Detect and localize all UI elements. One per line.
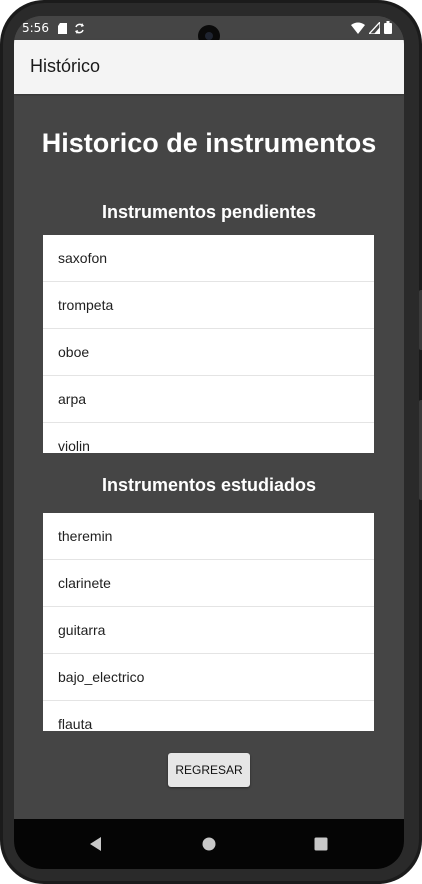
- app-bar: Histórico: [14, 40, 404, 94]
- regresar-button[interactable]: REGRESAR: [168, 753, 250, 787]
- battery-icon: [384, 21, 392, 34]
- recents-icon[interactable]: [311, 834, 331, 854]
- main-content: Historico de instrumentos Instrumentos p…: [14, 94, 404, 818]
- status-left-icons: [57, 22, 85, 34]
- sync-icon: [74, 22, 84, 34]
- list-item[interactable]: guitarra: [43, 607, 374, 654]
- status-bar: 5:56: [14, 16, 404, 47]
- wifi-icon: [351, 22, 365, 34]
- screen: 5:56 Histórico Historico de instrumentos…: [14, 16, 404, 869]
- status-right-icons: [351, 21, 392, 34]
- back-icon[interactable]: [86, 834, 106, 854]
- home-icon[interactable]: [199, 834, 219, 854]
- list-item[interactable]: theremin: [43, 513, 374, 560]
- app-bar-title: Histórico: [30, 56, 101, 76]
- page-title: Historico de instrumentos: [41, 128, 377, 158]
- pending-section-title: Instrumentos pendientes: [101, 202, 317, 222]
- list-item[interactable]: arpa: [43, 376, 374, 423]
- cell-signal-icon: [369, 21, 380, 34]
- navigation-bar: [14, 819, 404, 869]
- list-item[interactable]: oboe: [43, 329, 374, 376]
- sd-card-icon: [57, 22, 67, 34]
- list-item[interactable]: saxofon: [43, 235, 374, 282]
- phone-frame: 5:56 Histórico Historico de instrumentos…: [0, 0, 422, 884]
- status-time: 5:56: [22, 21, 49, 35]
- pending-list[interactable]: saxofon trompeta oboe arpa violin: [43, 235, 374, 453]
- studied-list[interactable]: theremin clarinete guitarra bajo_electri…: [43, 513, 374, 731]
- list-item[interactable]: flauta: [43, 701, 374, 731]
- list-item[interactable]: bajo_electrico: [43, 654, 374, 701]
- list-item[interactable]: clarinete: [43, 560, 374, 607]
- list-item[interactable]: trompeta: [43, 282, 374, 329]
- studied-section-title: Instrumentos estudiados: [101, 475, 317, 495]
- list-item[interactable]: violin: [43, 423, 374, 453]
